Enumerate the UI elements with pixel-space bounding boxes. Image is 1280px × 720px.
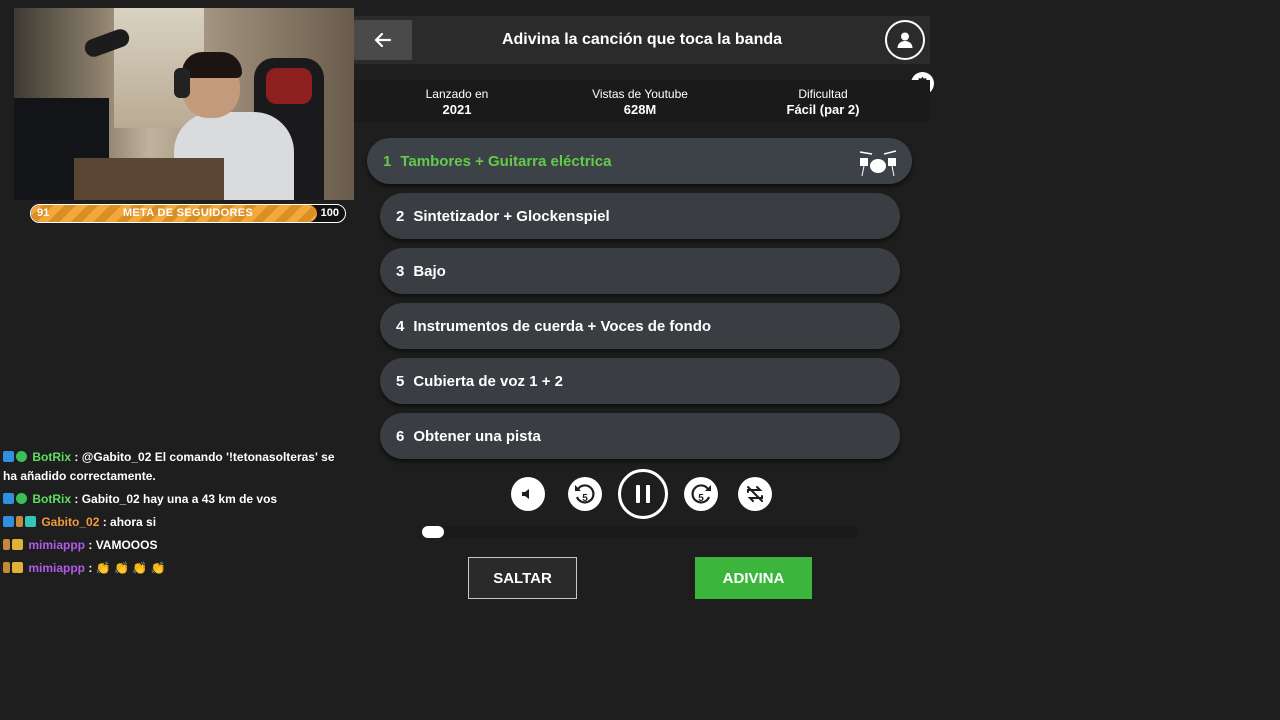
track-label: Bajo [413, 262, 446, 280]
track-item-drums-guitar[interactable]: 1 Tambores + Guitarra eléctrica [367, 138, 912, 184]
pause-icon [636, 485, 650, 503]
rewind-seconds: 5 [582, 493, 588, 504]
prime-badge-icon [3, 493, 14, 504]
volume-button[interactable] [511, 477, 545, 511]
track-label: Tambores + Guitarra eléctrica [400, 152, 612, 170]
chat-username: BotRix [32, 492, 72, 506]
chat-text: 👏 👏 👏 👏 [95, 561, 166, 575]
chat-username: BotRix [32, 450, 72, 464]
song-stats: Lanzado en 2021 Vistas de Youtube 628M D… [354, 80, 930, 122]
track-item-strings-backing-vocals[interactable]: 4 Instrumentos de cuerda + Voces de fond… [380, 303, 900, 349]
chat-separator: : [99, 515, 111, 529]
track-number: 5 [396, 372, 405, 390]
forward-5-button[interactable]: 5 [684, 477, 718, 511]
crown-badge-icon [12, 562, 23, 573]
drum-kit-icon [859, 150, 897, 176]
game-header: Adivina la canción que toca la banda [354, 16, 930, 64]
chat-separator: : [71, 450, 82, 464]
bits-badge-icon [3, 562, 10, 573]
chat-text: ahora si [110, 515, 157, 529]
chat-message: mimiappp : 👏 👏 👏 👏 [3, 559, 348, 578]
bits-badge-icon [3, 539, 10, 550]
crown-badge-icon [12, 539, 23, 550]
profile-button[interactable] [885, 20, 925, 60]
verified-badge-icon [16, 451, 27, 462]
follower-goal-bar: 91 META DE SEGUIDORES 100 [30, 204, 346, 223]
stat-label: Vistas de Youtube [592, 87, 688, 101]
rewind-5-button[interactable]: 5 [568, 477, 602, 511]
track-number: 2 [396, 207, 405, 225]
track-label: Cubierta de voz 1 + 2 [413, 372, 563, 390]
stat-value: 2021 [442, 102, 472, 117]
fast-forward-icon: 5 [691, 484, 711, 504]
chat-message: BotRix : Gabito_02 hay una a 43 km de vo… [3, 490, 348, 509]
pause-button[interactable] [618, 469, 668, 519]
goal-label: META DE SEGUIDORES [122, 207, 254, 219]
chat-username: mimiappp [28, 538, 86, 552]
stat-difficulty: Dificultad Fácil (par 2) [743, 87, 903, 117]
stat-value: Fácil (par 2) [786, 102, 860, 117]
prime-badge-icon [3, 516, 14, 527]
stat-value: 628M [623, 102, 657, 117]
goal-end-value: 100 [320, 207, 339, 219]
stat-label: Lanzado en [425, 87, 489, 101]
chat-message: Gabito_02 : ahora si [3, 513, 348, 532]
skip-button[interactable]: SALTAR [468, 557, 577, 599]
loop-off-icon [747, 486, 763, 502]
user-icon [897, 32, 913, 48]
speaker-icon [522, 489, 529, 499]
chat-username: mimiappp [28, 561, 86, 575]
track-number: 3 [396, 262, 405, 280]
chat-message: BotRix : @Gabito_02 El comando '!tetonas… [3, 448, 348, 486]
track-item-synth-glockenspiel[interactable]: 2 Sintetizador + Glockenspiel [380, 193, 900, 239]
track-label: Instrumentos de cuerda + Voces de fondo [413, 317, 712, 335]
track-item-hint[interactable]: 6 Obtener una pista [380, 413, 900, 459]
verified-badge-icon [16, 493, 27, 504]
rewind-icon: 5 [575, 484, 595, 504]
playback-progress-fill [422, 526, 444, 538]
chat-separator: : [85, 538, 96, 552]
chat-overlay: BotRix : @Gabito_02 El comando '!tetonas… [3, 448, 348, 582]
chat-text: VAMOOOS [95, 538, 158, 552]
desk [74, 158, 224, 200]
page-title: Adivina la canción que toca la banda [501, 31, 783, 48]
playback-progress-bar[interactable] [422, 526, 858, 538]
track-item-vocals[interactable]: 5 Cubierta de voz 1 + 2 [380, 358, 900, 404]
bits-badge-icon [16, 516, 23, 527]
headset [174, 68, 190, 98]
subscriber-badge-icon [25, 516, 36, 527]
chat-username: Gabito_02 [41, 515, 100, 529]
prime-badge-icon [3, 451, 14, 462]
streamer-hair [182, 52, 242, 78]
track-number: 6 [396, 427, 405, 445]
guess-button[interactable]: ADIVINA [695, 557, 812, 599]
stat-label: Dificultad [798, 87, 848, 101]
webcam-overlay [14, 8, 354, 200]
gaming-chair-logo [266, 68, 312, 104]
playback-controls: 5 5 [510, 468, 774, 520]
chat-separator: : [71, 492, 82, 506]
chat-separator: : [85, 561, 96, 575]
track-list: 1 Tambores + Guitarra eléctrica 2 Sintet… [367, 138, 912, 468]
track-label: Sintetizador + Glockenspiel [413, 207, 610, 225]
stat-release: Lanzado en 2021 [377, 87, 537, 117]
stat-youtube-views: Vistas de Youtube 628M [560, 87, 720, 117]
back-button[interactable] [354, 20, 412, 60]
track-number: 4 [396, 317, 405, 335]
track-item-bass[interactable]: 3 Bajo [380, 248, 900, 294]
loop-toggle-button[interactable] [738, 477, 772, 511]
track-number: 1 [383, 152, 392, 170]
track-label: Obtener una pista [413, 427, 541, 445]
chat-message: mimiappp : VAMOOOS [3, 536, 348, 555]
forward-seconds: 5 [698, 493, 704, 504]
arrow-left-icon [374, 32, 392, 48]
chat-text: Gabito_02 hay una a 43 km de vos [81, 492, 278, 506]
